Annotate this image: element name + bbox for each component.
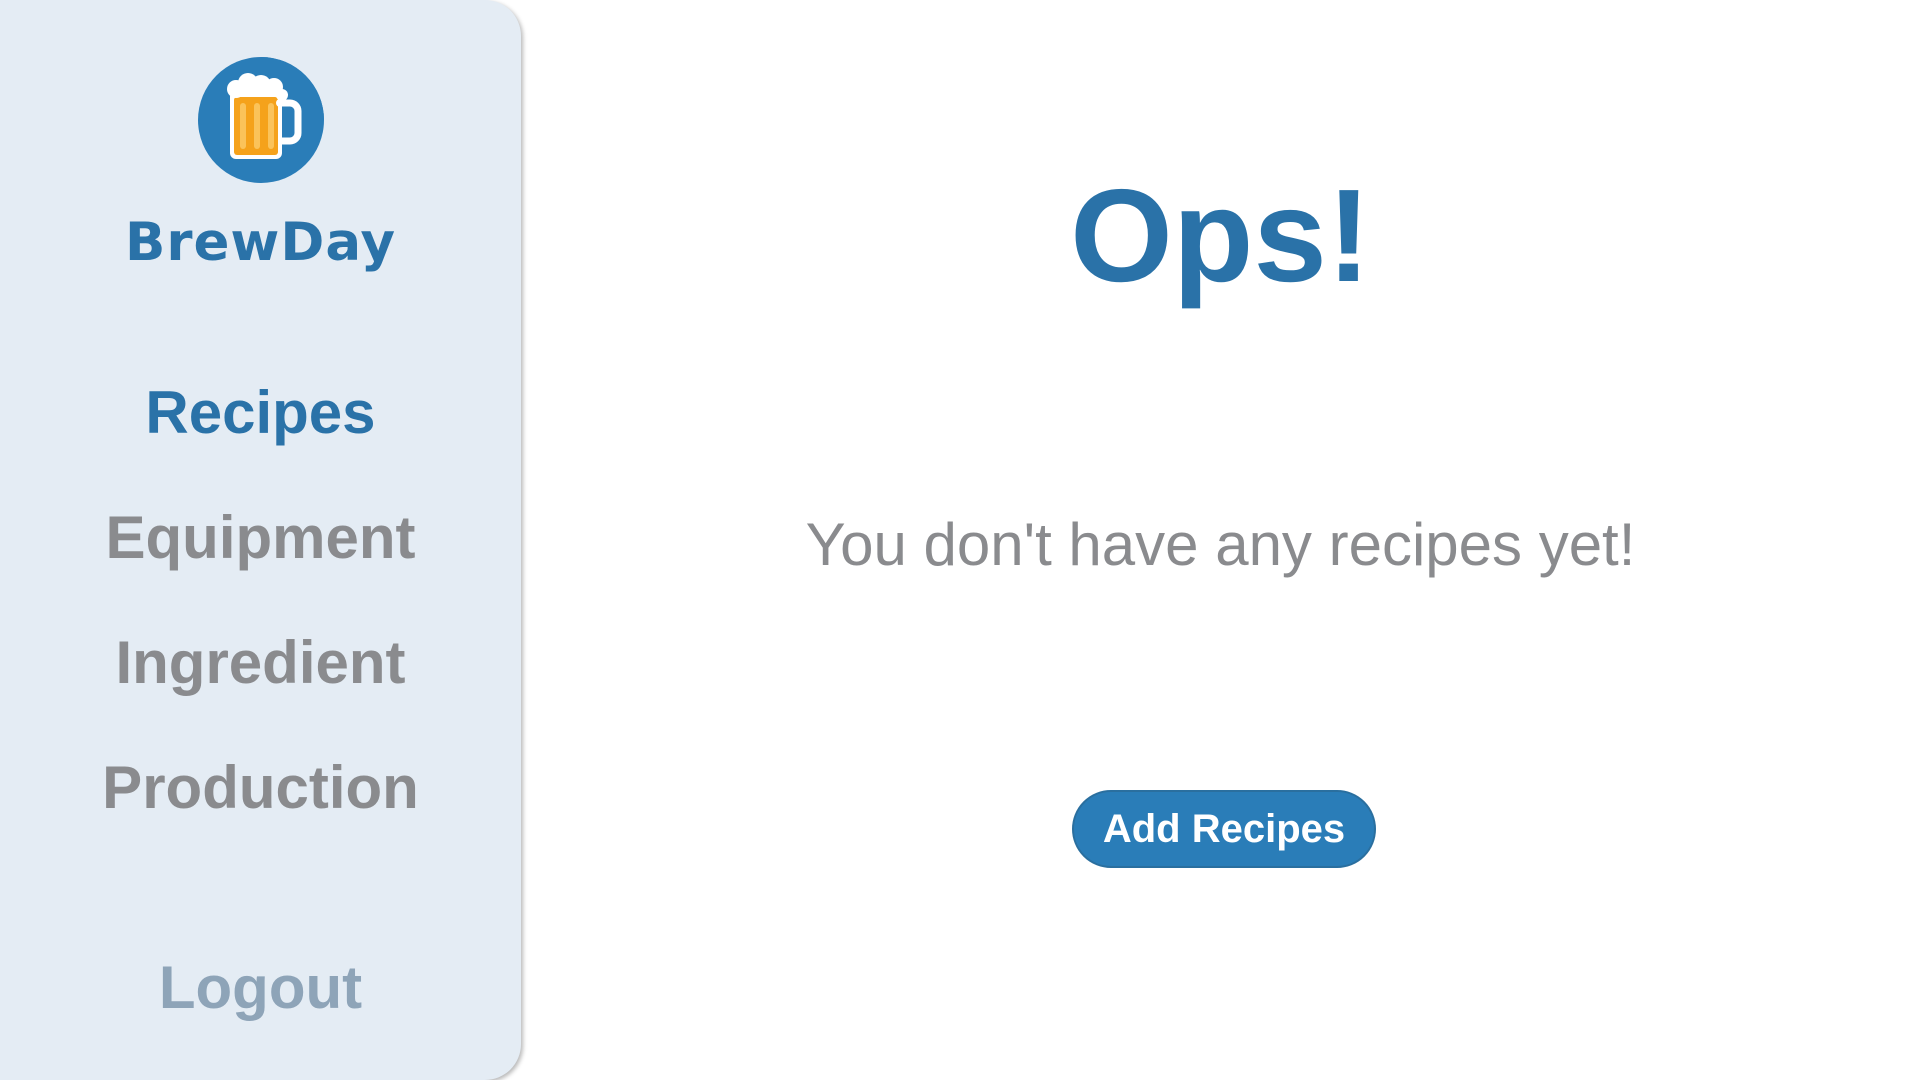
empty-state-message: You don't have any recipes yet! xyxy=(805,511,1636,578)
nav-item-recipes[interactable]: Recipes xyxy=(0,378,521,447)
nav-item-production[interactable]: Production xyxy=(0,753,521,822)
nav-item-equipment[interactable]: Equipment xyxy=(0,503,521,572)
add-recipes-button[interactable]: Add Recipes xyxy=(1072,790,1376,868)
beer-mug-icon xyxy=(198,57,324,183)
logout-button[interactable]: Logout xyxy=(0,953,521,1022)
nav-item-ingredient[interactable]: Ingredient xyxy=(0,628,521,697)
sidebar: BrewDay Recipes Equipment Ingredient Pro… xyxy=(0,0,521,1080)
page-title: Ops! xyxy=(1070,162,1371,309)
brand-name: BrewDay xyxy=(124,212,397,273)
